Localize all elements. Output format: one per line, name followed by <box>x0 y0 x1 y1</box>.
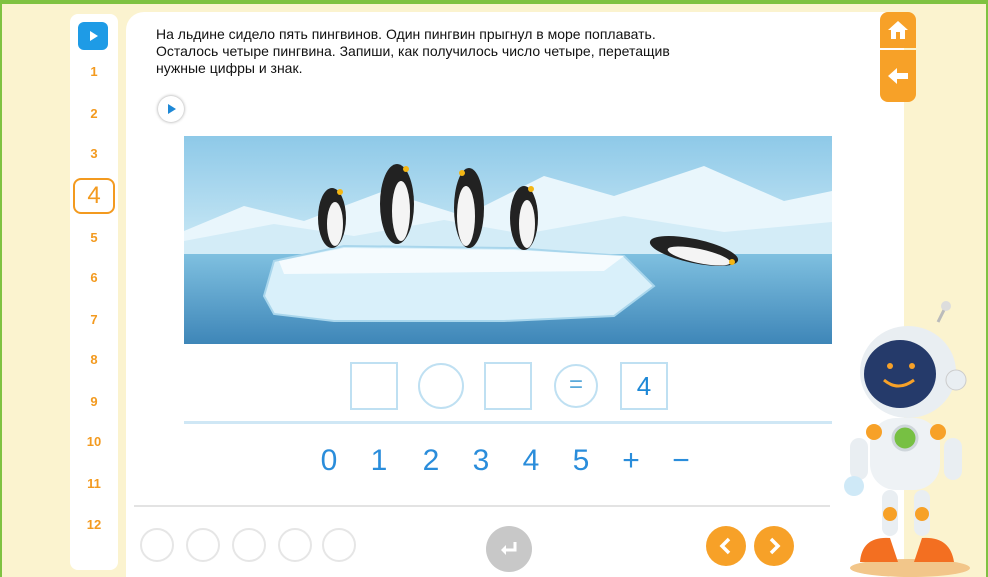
task-number-list: 1 2 3 4 5 6 7 8 9 10 11 12 <box>70 14 118 570</box>
task-number-1[interactable]: 1 <box>70 64 118 79</box>
equals-sign: = <box>554 364 598 408</box>
result-value: 4 <box>620 362 668 410</box>
task-number-10[interactable]: 10 <box>70 434 118 449</box>
task-number-11[interactable]: 11 <box>70 476 118 491</box>
home-icon <box>888 21 908 39</box>
divider <box>184 421 832 424</box>
progress-dot <box>278 528 312 562</box>
task-number-2[interactable]: 2 <box>70 106 118 121</box>
task-number-7[interactable]: 7 <box>70 312 118 327</box>
progress-dot <box>322 528 356 562</box>
task-number-12[interactable]: 12 <box>70 517 118 532</box>
audio-play-button[interactable] <box>158 96 184 122</box>
choice-digit-4[interactable]: 4 <box>516 444 546 478</box>
penguins-illustration <box>184 136 832 344</box>
back-button[interactable] <box>880 50 916 102</box>
robot-mascot <box>844 301 970 577</box>
back-arrow-icon <box>888 68 908 84</box>
task-instruction-line-3: нужные цифры и знак. <box>156 60 303 76</box>
progress-dot <box>140 528 174 562</box>
previous-button[interactable] <box>706 526 746 566</box>
task-panel: На льдине сидело пять пингвинов. Один пи… <box>126 12 904 577</box>
choice-plus[interactable]: + <box>616 444 646 478</box>
enter-icon <box>501 542 517 555</box>
task-instruction-line-1: На льдине сидело пять пингвинов. Один пи… <box>156 26 656 42</box>
play-icon <box>168 104 176 114</box>
answer-slot-sign[interactable] <box>418 363 464 409</box>
task-number-3[interactable]: 3 <box>70 146 118 161</box>
task-instruction: На льдине сидело пять пингвинов. Один пи… <box>156 26 856 77</box>
task-list-play-button[interactable] <box>78 22 108 50</box>
progress-dot <box>232 528 266 562</box>
choice-digit-5[interactable]: 5 <box>566 444 596 478</box>
next-button[interactable] <box>754 526 794 566</box>
choice-digit-0[interactable]: 0 <box>314 444 344 478</box>
task-number-5[interactable]: 5 <box>70 230 118 245</box>
progress-dot <box>186 528 220 562</box>
task-instruction-line-2: Осталось четыре пингвина. Запиши, как по… <box>156 43 670 59</box>
task-number-9[interactable]: 9 <box>70 394 118 409</box>
chevron-right-icon <box>769 537 781 555</box>
answer-slot-1[interactable] <box>350 362 398 410</box>
task-number-8[interactable]: 8 <box>70 352 118 367</box>
bottom-divider <box>134 505 830 507</box>
choice-digit-1[interactable]: 1 <box>364 444 394 478</box>
choice-digit-2[interactable]: 2 <box>416 444 446 478</box>
task-number-4-active[interactable]: 4 <box>73 178 115 214</box>
home-button[interactable] <box>880 12 916 48</box>
play-icon <box>90 31 98 41</box>
submit-button[interactable] <box>486 526 532 572</box>
choice-minus[interactable]: − <box>666 444 696 478</box>
answer-slot-2[interactable] <box>484 362 532 410</box>
task-number-6[interactable]: 6 <box>70 270 118 285</box>
chevron-left-icon <box>719 537 731 555</box>
choice-digit-3[interactable]: 3 <box>466 444 496 478</box>
